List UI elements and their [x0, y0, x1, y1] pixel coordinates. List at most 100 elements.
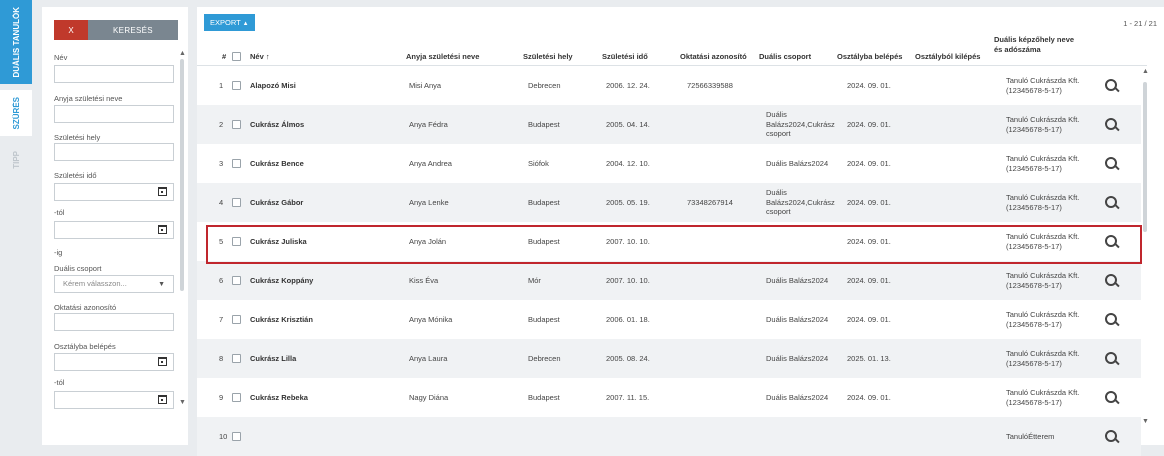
table-row[interactable]: 9 Cukrász Rebeka Nagy Diána Budapest 2007. 1…: [197, 378, 1141, 417]
filter-scrollbar[interactable]: [180, 59, 184, 291]
cell-company: Tanuló Cukrászda Kft. (12345678-5-17): [1006, 193, 1080, 212]
row-checkbox[interactable]: [232, 81, 241, 90]
anyja-input[interactable]: [54, 105, 174, 123]
table-row[interactable]: 7 Cukrász Krisztián Anya Mónika Budapest 200…: [197, 300, 1141, 339]
cell-date: 2005. 05. 19.: [606, 198, 650, 207]
cell-group: [766, 417, 844, 456]
calendar-icon[interactable]: [158, 225, 167, 234]
tab-dualis-tanulok-label: DUÁLIS TANULÓK: [11, 6, 21, 78]
osztalyba-to-input[interactable]: [54, 391, 174, 409]
cell-name: [250, 417, 400, 456]
cell-mother: [409, 417, 519, 456]
row-checkbox[interactable]: [232, 120, 241, 129]
col-mother-header[interactable]: Anyja születési neve: [406, 52, 479, 61]
cell-num: 5: [219, 237, 224, 246]
table-row[interactable]: 10 TanulóÉtterem: [197, 417, 1141, 456]
cell-eid: [687, 261, 762, 300]
cell-num: 4: [219, 198, 224, 207]
cell-date: 2007. 11. 15.: [606, 393, 650, 402]
table-scroll-up-icon[interactable]: ▲: [1142, 68, 1149, 75]
cell-place: Budapest: [528, 237, 560, 246]
export-label: EXPORT: [210, 18, 241, 27]
cell-place: Siófok: [528, 159, 549, 168]
szulido-to-input[interactable]: [54, 221, 174, 239]
col-enter-header[interactable]: Osztályba belépés: [837, 52, 902, 61]
table-row[interactable]: 2 Cukrász Álmos Anya Fédra Budapest 2005. 04…: [197, 105, 1141, 144]
col-eid-header[interactable]: Oktatási azonosító: [680, 52, 747, 61]
cell-mother: Anya Jolán: [409, 237, 447, 246]
col-date-header[interactable]: Születési idő: [602, 52, 648, 61]
tab-szures[interactable]: SZŰRÉS: [0, 90, 32, 136]
osztalyba-from-label: -tól: [54, 378, 65, 387]
search-icon[interactable]: [1105, 157, 1117, 169]
szulido-from-input[interactable]: [54, 183, 174, 201]
row-checkbox[interactable]: [232, 393, 241, 402]
table-row[interactable]: 1 Alapozó Misi Misi Anya Debrecen 2006. 12. …: [197, 66, 1141, 105]
cell-name: Cukrász Gábor: [250, 198, 304, 207]
cell-place: [528, 417, 598, 456]
tab-dualis-tanulok[interactable]: DUÁLIS TANULÓK: [0, 0, 32, 84]
table-row[interactable]: 6 Cukrász Koppány Kiss Éva Mór 2007. 10. 10.…: [197, 261, 1141, 300]
search-icon[interactable]: [1105, 235, 1117, 247]
row-checkbox[interactable]: [232, 198, 241, 207]
calendar-icon[interactable]: [158, 357, 167, 366]
row-checkbox[interactable]: [232, 432, 241, 441]
search-icon[interactable]: [1105, 196, 1117, 208]
search-button[interactable]: KERESÉS: [88, 20, 178, 40]
vertical-tab-rail: DUÁLIS TANULÓK SZŰRÉS TIPP: [0, 0, 32, 445]
table-row[interactable]: 3 Cukrász Bence Anya Andrea Siófok 2004. 12.…: [197, 144, 1141, 183]
clear-filter-button[interactable]: X: [54, 20, 88, 40]
row-checkbox[interactable]: [232, 159, 241, 168]
oktatasi-input[interactable]: [54, 313, 174, 331]
export-button[interactable]: EXPORT ▲: [204, 14, 255, 31]
search-icon[interactable]: [1105, 352, 1117, 364]
nev-input[interactable]: [54, 65, 174, 83]
col-place-header[interactable]: Születési hely: [523, 52, 573, 61]
col-name-header[interactable]: Név ↑: [250, 52, 270, 61]
search-icon[interactable]: [1105, 118, 1117, 130]
tab-tipp[interactable]: TIPP: [0, 140, 32, 180]
filter-panel: X KERESÉS ▲ ▼ Név Anyja születési neve S…: [42, 7, 188, 445]
row-checkbox[interactable]: [232, 276, 241, 285]
table-row[interactable]: 8 Cukrász Lilla Anya Laura Debrecen 2005. 08…: [197, 339, 1141, 378]
osztalyba-from-input[interactable]: [54, 353, 174, 371]
cell-eid: [687, 378, 762, 417]
table-row[interactable]: 4 Cukrász Gábor Anya Lenke Budapest 2005. 05…: [197, 183, 1141, 222]
table-scrollbar[interactable]: [1143, 82, 1147, 232]
table-row[interactable]: 5 Cukrász Juliska Anya Jolán Budapest 2007. …: [197, 222, 1141, 261]
cell-enter: 2024. 09. 01.: [847, 315, 891, 324]
search-icon[interactable]: [1105, 430, 1117, 442]
col-company-header[interactable]: Duális képzőhely neve és adószáma: [994, 35, 1084, 55]
szulido-from-label: -tól: [54, 208, 65, 217]
cell-name: Cukrász Krisztián: [250, 315, 313, 324]
col-exit-header[interactable]: Osztályból kilépés: [915, 52, 980, 61]
search-icon[interactable]: [1105, 79, 1117, 91]
cell-enter: 2025. 01. 13.: [847, 354, 891, 363]
dualis-csoport-label: Duális csoport: [54, 264, 102, 273]
calendar-icon[interactable]: [158, 395, 167, 404]
cell-group: [766, 66, 844, 105]
cell-eid: [687, 222, 762, 261]
cell-eid: [687, 339, 762, 378]
dualis-csoport-select[interactable]: Kérem válasszon... ▼: [54, 275, 174, 293]
select-all-checkbox[interactable]: [232, 51, 241, 61]
row-checkbox[interactable]: [232, 354, 241, 363]
cell-mother: Anya Fédra: [409, 120, 448, 129]
table-scroll-down-icon[interactable]: ▼: [1142, 418, 1149, 425]
col-group-header[interactable]: Duális csoport: [759, 52, 811, 61]
results-panel: EXPORT ▲ 1 - 21 / 21 # Név ↑ Anyja szüle…: [197, 7, 1164, 456]
cell-num: 8: [219, 354, 224, 363]
cell-name: Cukrász Rebeka: [250, 393, 308, 402]
search-icon[interactable]: [1105, 391, 1117, 403]
cell-date: [606, 417, 681, 456]
row-checkbox[interactable]: [232, 237, 241, 246]
calendar-icon[interactable]: [158, 187, 167, 196]
search-icon[interactable]: [1105, 274, 1117, 286]
row-checkbox[interactable]: [232, 315, 241, 324]
cell-enter: 2024. 09. 01.: [847, 237, 891, 246]
filter-scroll-up-icon[interactable]: ▲: [179, 50, 186, 57]
szulhely-input[interactable]: [54, 143, 174, 161]
search-icon[interactable]: [1105, 313, 1117, 325]
cell-name: Cukrász Koppány: [250, 276, 314, 285]
filter-scroll-down-icon[interactable]: ▼: [179, 399, 186, 406]
